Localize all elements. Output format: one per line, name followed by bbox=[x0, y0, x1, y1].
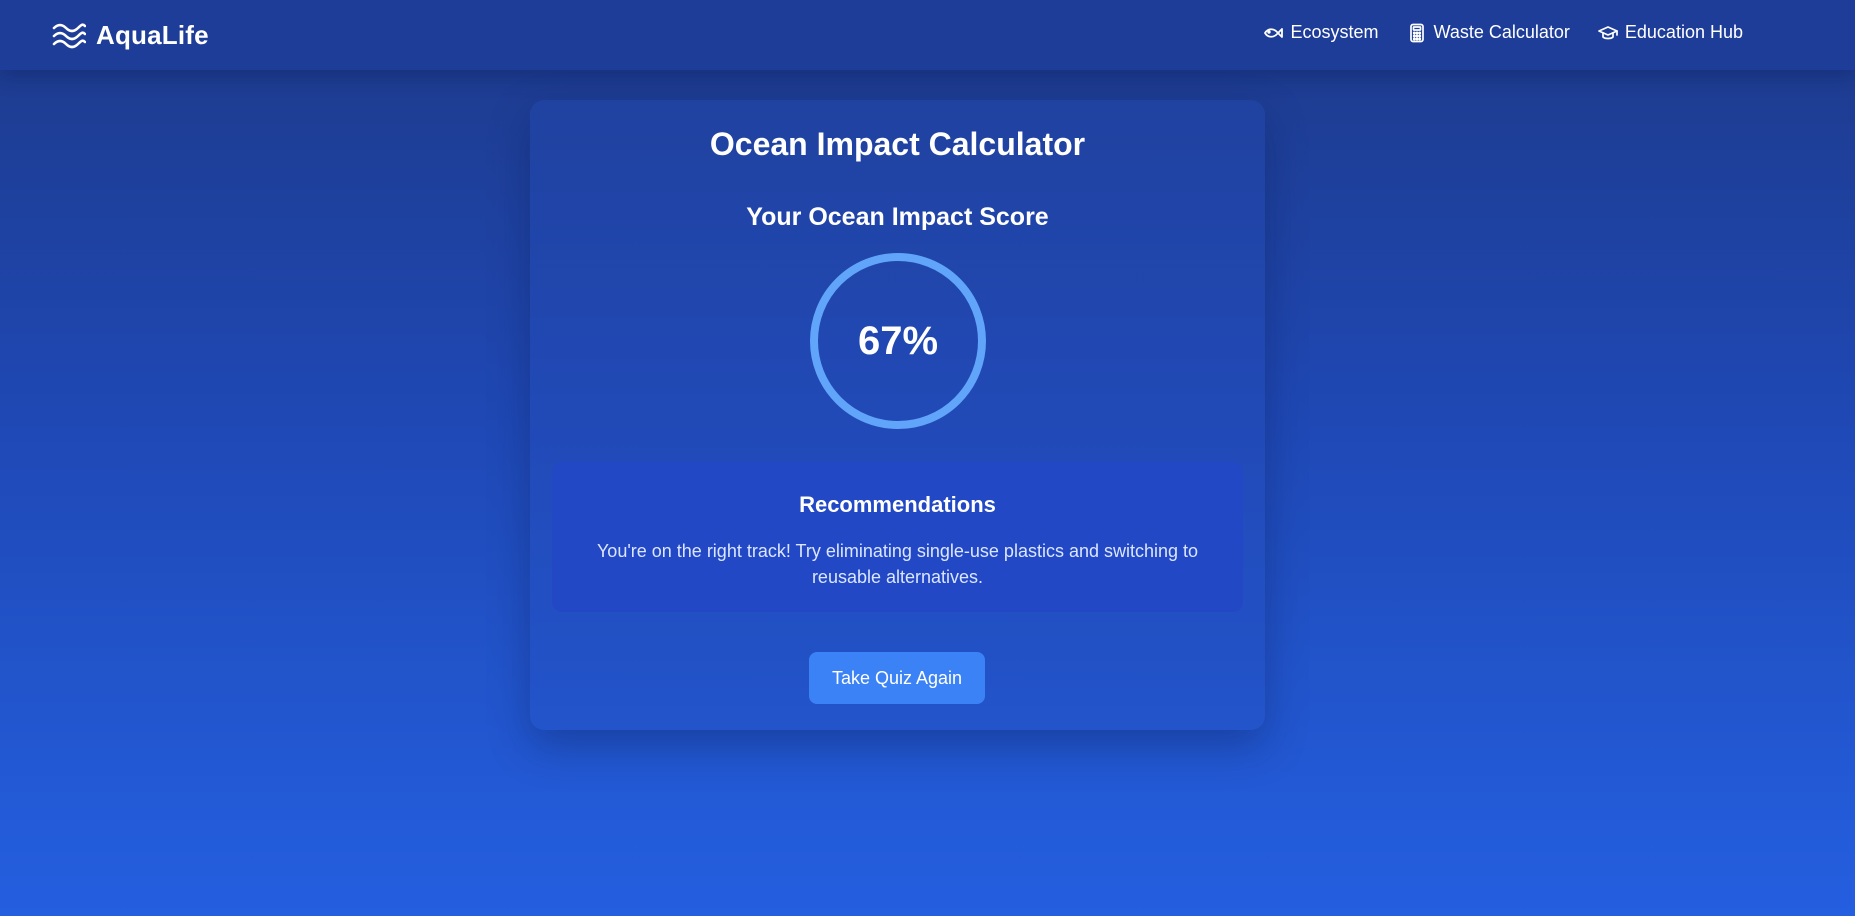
nav-item-waste-calculator[interactable]: Waste Calculator bbox=[1407, 22, 1570, 43]
nav-label-ecosystem: Ecosystem bbox=[1290, 22, 1379, 42]
brand-logo[interactable]: AquaLife bbox=[52, 20, 209, 51]
nav-label-waste-calculator: Waste Calculator bbox=[1433, 22, 1570, 42]
brand-name: AquaLife bbox=[96, 20, 209, 50]
top-navigation-bar: AquaLife Ecosystem Waste Calculator Educ… bbox=[0, 0, 1855, 70]
recommendations-text: You're on the right track! Try eliminati… bbox=[596, 541, 1199, 587]
recommendations-title: Recommendations bbox=[799, 492, 996, 517]
recommendations-panel: Recommendations You're on the right trac… bbox=[552, 462, 1243, 612]
calculator-result-card: Ocean Impact Calculator Your Ocean Impac… bbox=[530, 100, 1265, 730]
nav-item-education-hub[interactable]: Education Hub bbox=[1598, 22, 1743, 43]
page-title: Ocean Impact Calculator bbox=[709, 126, 1086, 162]
graduation-cap-icon bbox=[1598, 25, 1618, 39]
nav-label-education-hub: Education Hub bbox=[1624, 22, 1743, 42]
take-quiz-again-button[interactable]: Take Quiz Again bbox=[809, 652, 985, 704]
waves-icon bbox=[52, 22, 86, 48]
calculator-icon bbox=[1409, 23, 1424, 42]
nav-item-ecosystem[interactable]: Ecosystem bbox=[1263, 22, 1379, 43]
main-nav: Ecosystem Waste Calculator Education Hub bbox=[1263, 22, 1743, 43]
fish-icon bbox=[1264, 27, 1284, 38]
score-value: 67% bbox=[857, 318, 939, 363]
score-heading: Your Ocean Impact Score bbox=[746, 203, 1049, 231]
